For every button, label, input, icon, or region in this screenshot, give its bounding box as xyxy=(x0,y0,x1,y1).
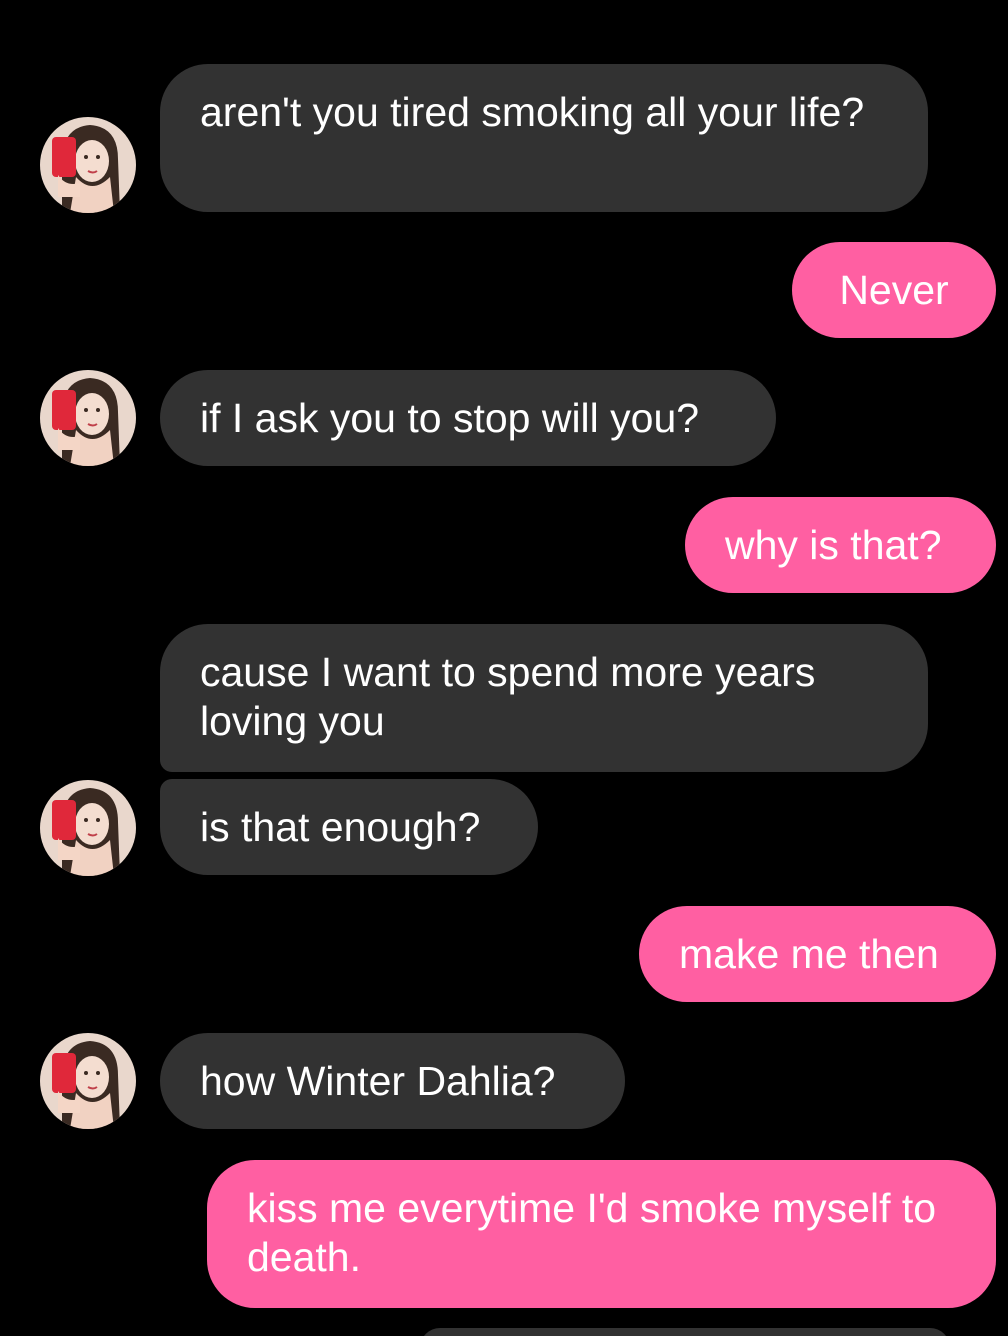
message-text: kiss me everytime I'd smoke myself to de… xyxy=(247,1185,937,1280)
message-bubble-incoming[interactable]: cause I want to spend more years loving … xyxy=(160,624,928,772)
message-text: why is that? xyxy=(725,522,942,568)
contact-avatar[interactable] xyxy=(40,370,136,466)
message-text: Never xyxy=(839,267,949,313)
message-text: cause I want to spend more years loving … xyxy=(200,649,816,744)
avatar-photo-icon xyxy=(40,780,136,876)
message-text: aren't you tired smoking all your life? xyxy=(200,89,865,135)
message-bubble-outgoing[interactable]: Never xyxy=(792,242,996,338)
contact-avatar[interactable] xyxy=(40,117,136,213)
chat-screen: aren't you tired smoking all your life? … xyxy=(0,0,1008,1336)
message-text: is that enough? xyxy=(200,804,481,850)
message-bubble-outgoing[interactable]: why is that? xyxy=(685,497,996,593)
avatar-photo-icon xyxy=(40,117,136,213)
message-bubble-outgoing[interactable]: make me then xyxy=(639,906,996,1002)
message-text: make me then xyxy=(679,931,939,977)
message-text: how Winter Dahlia? xyxy=(200,1058,556,1104)
message-text: if I ask you to stop will you? xyxy=(200,395,700,441)
message-bubble-incoming[interactable]: how Winter Dahlia? xyxy=(160,1033,625,1129)
message-bubble-incoming[interactable]: is that enough? xyxy=(160,779,538,875)
message-bubble-incoming[interactable]: aren't you tired smoking all your life? xyxy=(160,64,928,212)
avatar-photo-icon xyxy=(40,370,136,466)
message-bubble-incoming[interactable]: if I ask you to stop will you? xyxy=(160,370,776,466)
contact-avatar[interactable] xyxy=(40,1033,136,1129)
message-bubble-incoming-partial[interactable] xyxy=(420,1328,950,1336)
avatar-photo-icon xyxy=(40,1033,136,1129)
message-bubble-outgoing[interactable]: kiss me everytime I'd smoke myself to de… xyxy=(207,1160,996,1308)
contact-avatar[interactable] xyxy=(40,780,136,876)
